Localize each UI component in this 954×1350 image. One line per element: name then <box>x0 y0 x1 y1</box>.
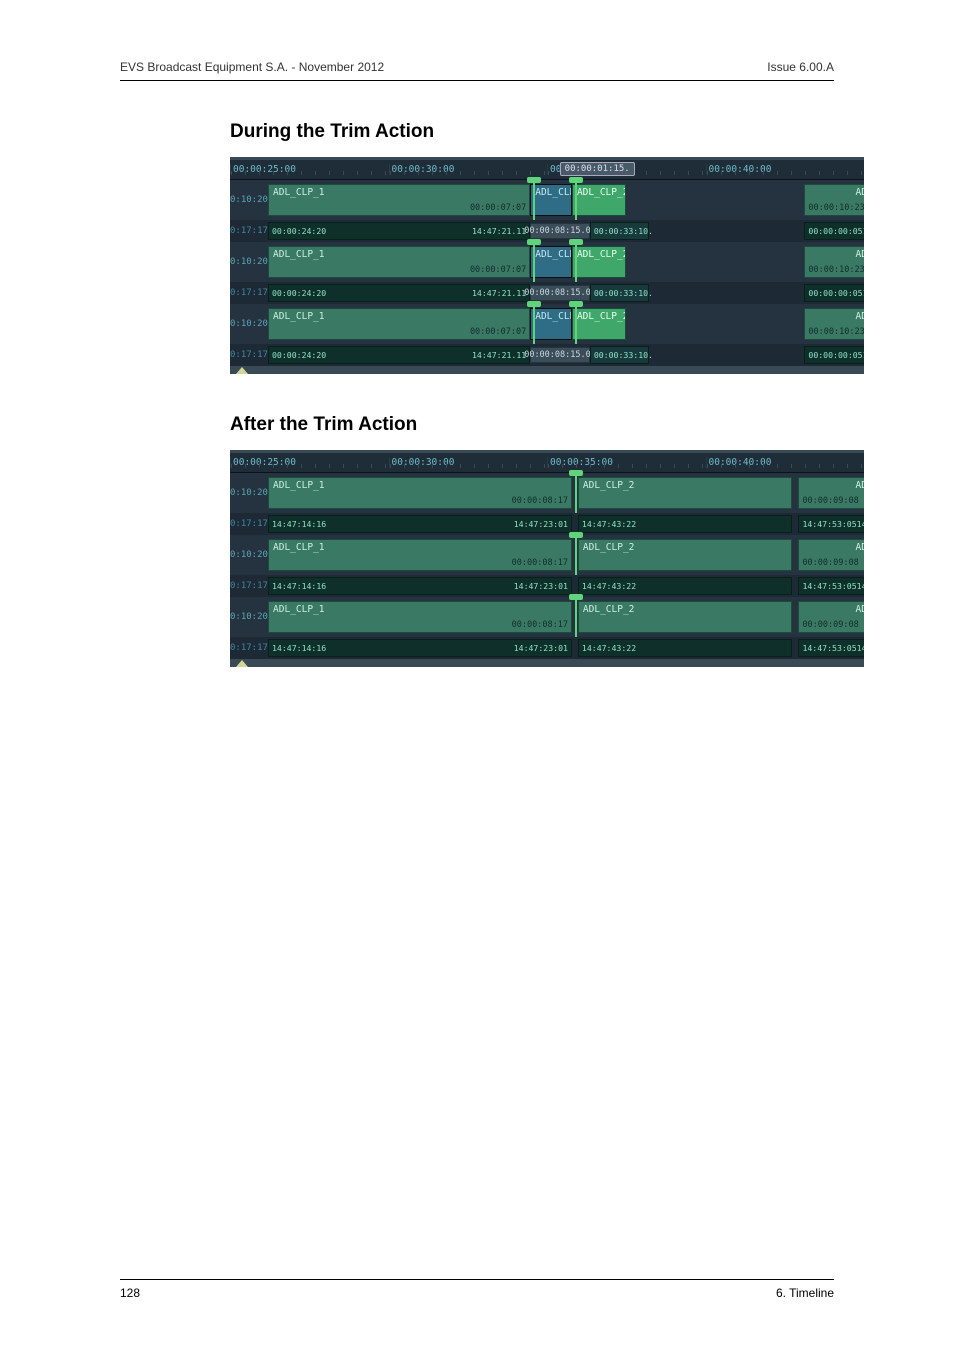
page-header: EVS Broadcast Equipment S.A. - November … <box>120 60 834 81</box>
page-number: 128 <box>120 1286 140 1300</box>
clip-adl-2[interactable]: ADL_CLP_2 <box>578 477 793 509</box>
clip-adl-1[interactable]: ADL_CLP_100:00:07:07 <box>268 308 530 340</box>
clip-mid-ghost[interactable]: ADL_CLP_2 <box>530 246 572 278</box>
clip-in-tc: 00:00:10:23 <box>808 203 864 213</box>
ruler-40: 00:00:40:00 <box>706 457 865 468</box>
audio-clip-mid[interactable]: 14:47:43:22 <box>578 515 793 533</box>
clip-mid-ghost[interactable]: ADL_CLP_2 <box>530 184 572 216</box>
timeline-after: 00:00:25:00 00:00:30:00 00:00:35:00 00:0… <box>230 450 864 667</box>
audio-clip-right[interactable]: 14:47:53:0514:48:0 <box>798 515 864 533</box>
clip-mid-ghost[interactable]: ADL_CLP_2 <box>530 308 572 340</box>
page-footer: 128 6. Timeline <box>120 1279 834 1300</box>
trim-duration-readout: 00:00:01:15. <box>560 162 635 176</box>
track-pair: 0:10:20 ADL_CLP_100:00:08:17 ADL_CLP_2 0… <box>230 473 864 535</box>
gap-duration: 00:00:08:15.07 <box>530 223 590 239</box>
clip-label: ADL_CL <box>855 187 864 198</box>
time-ruler: 00:00:25:00 00:00:30:00 00:00:35:00 00:0… <box>230 453 864 473</box>
audio-clip-right[interactable]: 00:00:00:0514:48:0 <box>804 284 864 302</box>
clip-right[interactable]: 00:00:10:23ADL_CL <box>804 308 864 340</box>
ruler-35: 00:00:35:00 <box>547 457 706 468</box>
audio-clip-mid[interactable]: 14:47:43:22 <box>578 639 793 657</box>
clip-mid-trim[interactable]: ADL_CLP_2 <box>572 246 626 278</box>
clip-adl-1[interactable]: ADL_CLP_100:00:08:17 <box>268 539 572 571</box>
timeline-footer-bar <box>230 366 864 374</box>
clip-label: ADL_CLP_1 <box>273 187 324 198</box>
audio-tc: 00:00:00:05 <box>808 226 862 236</box>
audio-tc-out: 14:48:0 <box>863 226 864 236</box>
clip-adl-1[interactable]: ADL_CLP_100:00:07:07 <box>268 246 530 278</box>
track-pair: 0:10:20 ADL_CLP_100:00:08:17 ADL_CLP_2 0… <box>230 597 864 659</box>
audio-clip-right[interactable]: 14:47:53:0514:48:0 <box>798 639 864 657</box>
clip-adl-1[interactable]: ADL_CLP_1 00:00:07:07 <box>268 184 530 216</box>
audio-clip-left[interactable]: 14:47:14:1614:47:23:01 <box>268 577 572 595</box>
clip-out-tc: 00:00:07:07 <box>470 203 526 213</box>
audio-clip-right[interactable]: 00:00:00:05 14:48:0 <box>804 222 864 240</box>
track-pair: 0:10:20 ADL_CLP_100:00:08:17 ADL_CLP_2 0… <box>230 535 864 597</box>
clip-adl-2[interactable]: ADL_CLP_2 <box>578 539 793 571</box>
audio-clip-left[interactable]: 00:00:24:2014:47:21.11 <box>268 284 530 302</box>
section-name: 6. Timeline <box>776 1286 834 1300</box>
audio-clip-right[interactable]: 00:00:00:0514:48:0 <box>804 346 864 364</box>
audio-gap-tc: 00:00:33:10. <box>590 284 650 302</box>
audio-tc-out: 14:47:21.11 <box>472 226 526 236</box>
audio-clip-left[interactable]: 00:00:24:20 14:47:21.11 <box>268 222 530 240</box>
audio-clip-right[interactable]: 14:47:53:0514:48:0 <box>798 577 864 595</box>
audio-clip-left[interactable]: 14:47:14:1614:47:23:01 <box>268 515 572 533</box>
clip-right[interactable]: 00:00:09:08ADL_CL <box>798 601 864 633</box>
audio-gap-tc: 00:00:33:10. <box>590 346 650 364</box>
header-right: Issue 6.00.A <box>767 60 834 74</box>
time-ruler: 00:00:25:00 00:00:30:00 00 00:00:40:00 0… <box>230 160 864 180</box>
audio-clip-left[interactable]: 14:47:14:1614:47:23:01 <box>268 639 572 657</box>
ruler-25: 00:00:25:00 <box>230 164 389 175</box>
audio-tc: 00:00:24:20 <box>272 226 326 236</box>
audio-gap-tc: 00:00:33:10. <box>590 222 650 240</box>
timeline-during: 00:00:25:00 00:00:30:00 00 00:00:40:00 0… <box>230 157 864 374</box>
clip-adl-1[interactable]: ADL_CLP_100:00:08:17 <box>268 601 572 633</box>
ruler-30: 00:00:30:00 <box>389 164 548 175</box>
audio-clip-left[interactable]: 00:00:24:2014:47:21.11 <box>268 346 530 364</box>
clip-label: ADL_CLP_2 <box>577 187 626 198</box>
gap-duration: 00:00:08:15.07 <box>530 285 590 301</box>
track-video-left-tc: 0:10:20 <box>230 195 268 205</box>
page-content: During the Trim Action 00:00:25:00 00:00… <box>230 121 864 667</box>
clip-label: ADL_CLP_2 <box>535 187 572 198</box>
clip-mid-trim[interactable]: ADL_CLP_2 <box>572 308 626 340</box>
track-audio-left-tc: 0:17:17 <box>230 226 268 236</box>
clip-right[interactable]: 00:00:09:08ADL_CL <box>798 477 864 509</box>
section-title-after: After the Trim Action <box>230 414 864 436</box>
gap-duration: 00:00:08:15.07 <box>530 347 590 363</box>
track-pair: 0:10:20 ADL_CLP_100:00:07:07 ADL_CLP_2 A… <box>230 304 864 366</box>
clip-mid-trim[interactable]: ADL_CLP_2 <box>572 184 626 216</box>
clip-right[interactable]: 00:00:09:08ADL_CL <box>798 539 864 571</box>
audio-clip-mid[interactable]: 14:47:43:22 <box>578 577 793 595</box>
ruler-40: 00:00:40:00 <box>706 164 865 175</box>
track-pair: 0:10:20 ADL_CLP_100:00:07:07 ADL_CLP_2 A… <box>230 242 864 304</box>
track-pair: 0:10:20 ADL_CLP_1 00:00:07:07 ADL_CLP_2 … <box>230 180 864 242</box>
clip-adl-1[interactable]: ADL_CLP_100:00:08:17 <box>268 477 572 509</box>
section-title-during: During the Trim Action <box>230 121 864 143</box>
ruler-25: 00:00:25:00 <box>230 457 389 468</box>
header-left: EVS Broadcast Equipment S.A. - November … <box>120 60 384 74</box>
ruler-30: 00:00:30:00 <box>389 457 548 468</box>
timeline-footer-bar <box>230 659 864 667</box>
clip-adl-2[interactable]: ADL_CLP_2 <box>578 601 793 633</box>
clip-right[interactable]: 00:00:10:23ADL_CL <box>804 246 864 278</box>
clip-right[interactable]: 00:00:10:23 ADL_CL <box>804 184 864 216</box>
